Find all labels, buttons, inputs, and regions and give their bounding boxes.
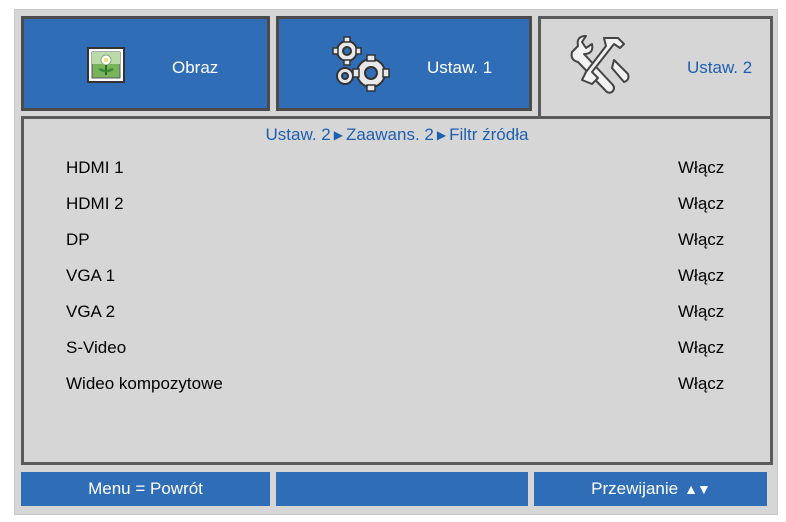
- menu-row-vga-1[interactable]: VGA 1 Włącz: [66, 266, 756, 302]
- breadcrumb: Ustaw. 2 ▶ Zaawans. 2 ▶ Filtr źródła: [24, 125, 770, 145]
- up-down-arrows-icon: ▲▼: [684, 481, 711, 497]
- breadcrumb-item: Ustaw. 2: [265, 125, 331, 144]
- tab-ustaw-2[interactable]: Ustaw. 2: [538, 16, 773, 120]
- content-panel: Ustaw. 2 ▶ Zaawans. 2 ▶ Filtr źródła HDMI 1 …: [21, 116, 773, 465]
- scroll-hint: Przewijanie ▲▼: [534, 472, 767, 506]
- row-label: HDMI 1: [66, 158, 124, 177]
- footer-blank: [276, 472, 528, 506]
- row-value[interactable]: Włącz: [678, 230, 756, 250]
- chevron-right-icon: ▶: [333, 128, 343, 142]
- row-value[interactable]: Włącz: [678, 374, 756, 394]
- row-label: HDMI 2: [66, 194, 124, 213]
- row-label: S-Video: [66, 338, 127, 357]
- row-value[interactable]: Włącz: [678, 338, 756, 358]
- row-value[interactable]: Włącz: [678, 266, 756, 286]
- tab-ustaw-1[interactable]: Ustaw. 1: [276, 16, 532, 111]
- chevron-right-icon: ▶: [436, 128, 447, 142]
- osd-menu: Obraz Ustaw. 1 Ustaw. 2 Ustaw. 2 ▶ Zaawa…: [14, 9, 778, 515]
- menu-row-vga-2[interactable]: VGA 2 Włącz: [66, 302, 756, 338]
- menu-row-dp[interactable]: DP Włącz: [66, 230, 756, 266]
- menu-row-s-video[interactable]: S-Video Włącz: [66, 338, 756, 374]
- back-hint: Menu = Powrót: [21, 472, 270, 506]
- gears-icon: [329, 35, 395, 102]
- scroll-hint-label: Przewijanie: [591, 479, 679, 498]
- tab-label: Ustaw. 2: [687, 58, 753, 77]
- row-value[interactable]: Włącz: [678, 302, 756, 322]
- breadcrumb-item: Zaawans. 2: [345, 125, 434, 144]
- source-filter-list: HDMI 1 Włącz HDMI 2 Włącz DP Włącz VGA 1…: [66, 158, 756, 410]
- image-icon: [87, 47, 125, 88]
- tab-label: Ustaw. 1: [427, 58, 493, 77]
- row-value[interactable]: Włącz: [678, 194, 756, 214]
- menu-row-hdmi-1[interactable]: HDMI 1 Włącz: [66, 158, 756, 194]
- row-label: VGA 2: [66, 302, 116, 321]
- menu-row-hdmi-2[interactable]: HDMI 2 Włącz: [66, 194, 756, 230]
- row-label: Wideo kompozytowe: [66, 374, 223, 393]
- footer-bar: Menu = Powrót Przewijanie ▲▼: [21, 472, 773, 506]
- tools-icon: [568, 32, 634, 103]
- row-label: DP: [66, 230, 90, 249]
- row-value[interactable]: Włącz: [678, 158, 756, 178]
- menu-row-composite-video[interactable]: Wideo kompozytowe Włącz: [66, 374, 756, 410]
- tab-label: Obraz: [172, 58, 219, 77]
- row-label: VGA 1: [66, 266, 116, 285]
- tab-obraz[interactable]: Obraz: [21, 16, 270, 111]
- back-hint-label: Menu = Powrót: [88, 479, 203, 498]
- breadcrumb-item: Filtr źródła: [449, 125, 529, 144]
